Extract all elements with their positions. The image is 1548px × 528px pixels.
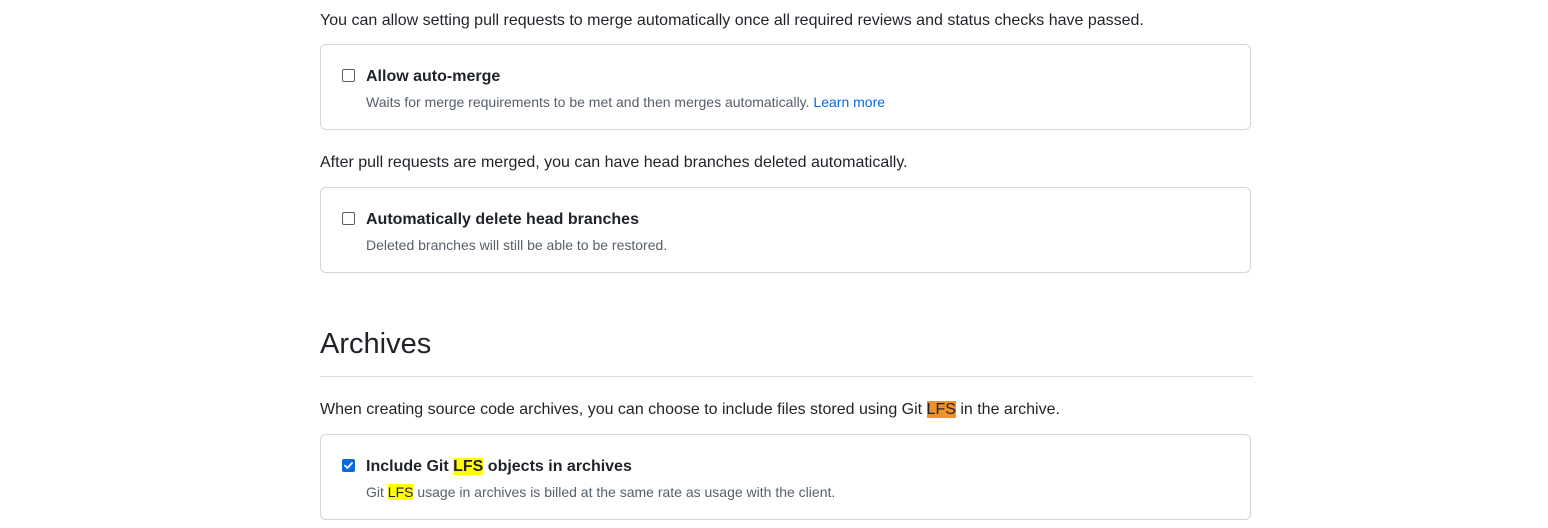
settings-page: You can allow setting pull requests to m… — [0, 0, 1548, 528]
archives-divider — [320, 376, 1253, 377]
search-highlight-match: LFS — [453, 458, 484, 475]
delete-branches-checkbox[interactable] — [342, 212, 355, 225]
search-highlight-current: LFS — [926, 401, 956, 418]
auto-merge-option-box: Allow auto-merge Waits for merge require… — [320, 44, 1251, 130]
checkmark-icon — [344, 462, 353, 469]
include-lfs-label-before: Include Git — [366, 458, 454, 475]
include-lfs-description-after: usage in archives is billed at the same … — [413, 484, 836, 500]
include-lfs-description: Git LFS usage in archives is billed at t… — [366, 483, 835, 501]
include-lfs-label[interactable]: Include Git LFS objects in archives — [366, 457, 632, 477]
archives-intro: When creating source code archives, you … — [320, 400, 1060, 420]
include-lfs-description-before: Git — [366, 484, 388, 500]
include-lfs-checkbox[interactable] — [342, 459, 355, 472]
auto-merge-checkbox[interactable] — [342, 69, 355, 82]
auto-merge-description: Waits for merge requirements to be met a… — [366, 93, 885, 111]
search-highlight-match: LFS — [387, 484, 414, 500]
archives-heading: Archives — [320, 328, 432, 360]
delete-branches-option-box: Automatically delete head branches Delet… — [320, 187, 1251, 273]
archives-intro-text-after: in the archive. — [955, 401, 1060, 418]
delete-branches-intro: After pull requests are merged, you can … — [320, 154, 908, 171]
archives-intro-text-before: When creating source code archives, you … — [320, 401, 927, 418]
auto-merge-intro: You can allow setting pull requests to m… — [320, 12, 1144, 29]
include-lfs-option-box: Include Git LFS objects in archives Git … — [320, 434, 1251, 520]
delete-branches-label[interactable]: Automatically delete head branches — [366, 210, 639, 230]
auto-merge-label[interactable]: Allow auto-merge — [366, 67, 500, 87]
learn-more-link[interactable]: Learn more — [813, 94, 885, 110]
include-lfs-label-after: objects in archives — [483, 458, 632, 475]
auto-merge-description-text: Waits for merge requirements to be met a… — [366, 94, 810, 110]
delete-branches-description: Deleted branches will still be able to b… — [366, 237, 668, 253]
